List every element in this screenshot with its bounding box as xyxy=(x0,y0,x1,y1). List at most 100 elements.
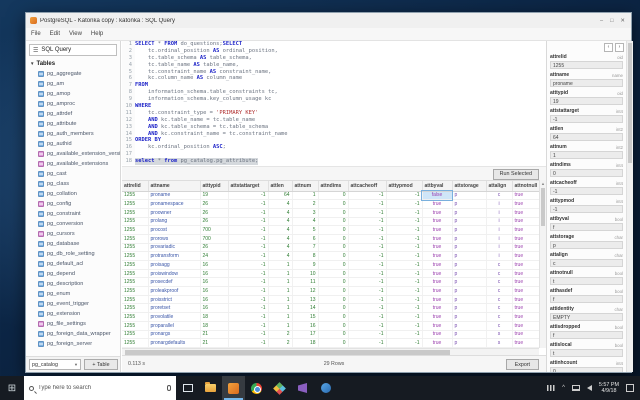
grid-cell[interactable]: c xyxy=(486,191,513,201)
sql-app-button[interactable] xyxy=(222,376,245,400)
grid-cell[interactable]: true xyxy=(422,251,453,261)
grid-cell[interactable]: 0 xyxy=(318,277,349,288)
grid-cell[interactable]: -1 xyxy=(228,330,269,340)
grid-cell[interactable]: 4 xyxy=(268,208,293,218)
grid-cell[interactable]: -1 xyxy=(386,338,423,348)
grid-cell[interactable]: prosecdef xyxy=(148,277,201,288)
grid-cell[interactable]: 1 xyxy=(268,303,293,314)
column-header-attalign[interactable]: attalign xyxy=(486,181,513,192)
grid-cell[interactable]: 1255 xyxy=(122,243,149,253)
next-record-button[interactable]: › xyxy=(615,42,624,52)
grid-cell[interactable]: -1 xyxy=(228,225,269,235)
grid-cell[interactable]: 9 xyxy=(292,260,319,270)
grid-cell[interactable]: p xyxy=(452,269,487,279)
grid-cell[interactable]: -1 xyxy=(348,277,387,288)
grid-horizontal-scrollbar[interactable] xyxy=(122,348,539,355)
grid-cell[interactable]: 0 xyxy=(318,286,349,296)
grid-cell[interactable]: i xyxy=(486,251,513,261)
grid-cell[interactable]: -1 xyxy=(348,251,387,261)
grid-cell[interactable]: 26 xyxy=(200,243,229,253)
grid-cell[interactable]: p xyxy=(452,191,487,201)
sidebar-tables-node[interactable]: ▼ Tables xyxy=(26,58,120,69)
field-value-input[interactable]: c xyxy=(550,259,623,267)
grid-cell[interactable]: -1 xyxy=(386,312,423,322)
grid-cell[interactable]: 4 xyxy=(268,225,293,235)
scroll-thumb[interactable] xyxy=(541,188,545,226)
table-row[interactable]: 1255 procost 700 -1 4 5 0 -1 -1 true p i true xyxy=(122,225,539,235)
grid-cell[interactable]: -1 xyxy=(386,321,423,331)
grid-cell[interactable]: true xyxy=(422,277,453,288)
field-value-input[interactable]: f xyxy=(550,295,623,303)
sidebar-item-pg_config[interactable]: pg_config xyxy=(26,199,120,209)
grid-cell[interactable]: 0 xyxy=(318,338,349,348)
grid-cell[interactable]: true xyxy=(512,312,539,322)
grid-cell[interactable]: p xyxy=(452,251,487,261)
grid-cell[interactable]: 14 xyxy=(292,303,319,314)
grid-cell[interactable]: true xyxy=(512,260,539,270)
grid-cell[interactable]: -1 xyxy=(386,191,423,201)
grid-cell[interactable]: c xyxy=(486,295,513,305)
table-row[interactable]: 1255 proiswindow 16 -1 1 10 0 -1 -1 true p c true xyxy=(122,269,539,279)
prev-record-button[interactable]: ‹ xyxy=(604,42,613,52)
grid-cell[interactable]: true xyxy=(512,243,539,253)
editor-line[interactable]: 8 information_schema.table_constraints t… xyxy=(122,89,546,97)
grid-cell[interactable]: -1 xyxy=(228,321,269,331)
grid-cell[interactable]: -1 xyxy=(348,330,387,340)
grid-cell[interactable]: 1255 xyxy=(122,217,149,227)
grid-cell[interactable]: -1 xyxy=(228,217,269,227)
grid-cell[interactable]: 0 xyxy=(318,191,349,201)
grid-cell[interactable]: true xyxy=(422,286,453,296)
editor-line[interactable]: 10 WHERE xyxy=(122,103,546,110)
grid-cell[interactable]: c xyxy=(486,260,513,270)
grid-cell[interactable]: 0 xyxy=(318,330,349,340)
grid-cell[interactable]: prolang xyxy=(148,217,201,227)
grid-cell[interactable]: 16 xyxy=(200,277,229,288)
grid-cell[interactable]: 13 xyxy=(292,295,319,305)
column-header-atttypmod[interactable]: atttypmod xyxy=(386,181,423,192)
grid-cell[interactable]: 16 xyxy=(200,295,229,305)
editor-line[interactable]: 16 kc.ordinal_position ASC; xyxy=(122,144,546,152)
grid-cell[interactable]: -1 xyxy=(386,199,423,209)
sidebar-item-pg_database[interactable]: pg_database xyxy=(26,239,120,249)
grid-cell[interactable]: 16 xyxy=(200,303,229,314)
grid-cell[interactable]: 0 xyxy=(318,199,349,209)
menu-help[interactable]: Help xyxy=(91,31,103,37)
grid-cell[interactable]: -1 xyxy=(228,286,269,296)
sidebar-item-pg_foreign_data_wrapper[interactable]: pg_foreign_data_wrapper xyxy=(26,329,120,339)
grid-cell[interactable]: true xyxy=(422,199,453,209)
grid-cell[interactable]: i xyxy=(486,217,513,227)
editor-line[interactable]: 5 tc.constraint_name AS constraint_name, xyxy=(122,68,546,76)
grid-cell[interactable]: 3 xyxy=(292,208,319,218)
grid-cell[interactable]: -1 xyxy=(386,277,423,288)
grid-cell[interactable]: i xyxy=(486,208,513,218)
grid-cell[interactable]: 0 xyxy=(318,217,349,227)
sidebar-item-pg_file_settings[interactable]: pg_file_settings xyxy=(26,319,120,329)
sidebar-item-pg_attrdef[interactable]: pg_attrdef xyxy=(26,109,120,119)
grid-cell[interactable]: p xyxy=(452,312,487,322)
grid-cell[interactable]: 6 xyxy=(292,234,319,244)
network-icon[interactable] xyxy=(571,385,580,391)
field-value-input[interactable]: EMPTY xyxy=(550,313,623,321)
grid-cell[interactable]: 0 xyxy=(318,208,349,218)
taskbar-search[interactable]: Type here to search xyxy=(24,376,176,400)
scroll-thumb[interactable] xyxy=(628,43,632,163)
menu-file[interactable]: File xyxy=(31,31,41,37)
grid-cell[interactable]: 1255 xyxy=(122,312,149,322)
grid-cell[interactable]: p xyxy=(452,330,487,340)
grid-cell[interactable]: 0 xyxy=(318,303,349,314)
grid-cell[interactable]: 21 xyxy=(200,330,229,340)
grid-cell[interactable]: 1 xyxy=(268,295,293,305)
grid-cell[interactable]: 19 xyxy=(200,191,229,201)
sidebar-item-pg_event_trigger[interactable]: pg_event_trigger xyxy=(26,299,120,309)
run-selected-button[interactable]: Run Selected xyxy=(492,168,539,180)
grid-cell[interactable]: 4 xyxy=(268,243,293,253)
sidebar-item-pg_depend[interactable]: pg_depend xyxy=(26,269,120,279)
grid-cell[interactable]: 0 xyxy=(318,312,349,322)
grid-cell[interactable]: c xyxy=(486,321,513,331)
editor-line[interactable]: 13 AND kc.table_schema = tc.table_schema xyxy=(122,123,546,131)
grid-cell[interactable]: -1 xyxy=(228,251,269,261)
table-row[interactable]: 1255 proparallel 18 -1 1 16 0 -1 -1 true p c true xyxy=(122,321,539,331)
grid-cell[interactable]: proisstrict xyxy=(148,295,201,305)
visual-studio-button[interactable] xyxy=(291,376,314,400)
table-row[interactable]: 1255 pronamespace 26 -1 4 2 0 -1 -1 true p i true xyxy=(122,199,539,209)
